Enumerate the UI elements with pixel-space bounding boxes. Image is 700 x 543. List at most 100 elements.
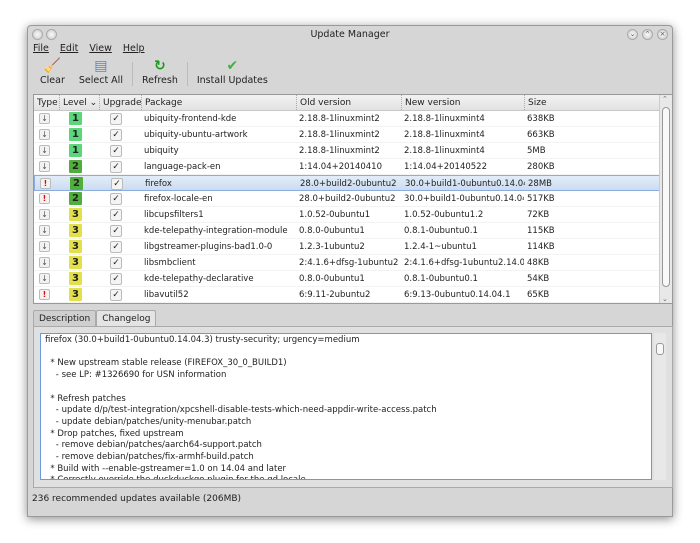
upgrade-checkbox[interactable]: ✓ (110, 113, 122, 125)
package-cell: libavutil52 (144, 290, 189, 300)
scrollbar-thumb[interactable] (656, 343, 664, 355)
close-icon[interactable]: × (657, 29, 668, 40)
table-row[interactable]: ↓ 1 ✓ ubiquity-ubuntu-artwork 2.18.8-1li… (34, 127, 672, 143)
toolbar: 🧹 Clear ▤ Select All ↻ Refresh ✔ Install Upd… (33, 58, 275, 90)
type-cell: ↓ (34, 255, 59, 270)
clear-button[interactable]: 🧹 Clear (33, 58, 72, 90)
menu-edit[interactable]: Edit (60, 43, 78, 57)
document-icon: ▤ (94, 58, 108, 74)
new-version-cell: 2.18.8-1linuxmint4 (404, 146, 485, 156)
table-row[interactable]: ! 2 ✓ firefox-locale-en 28.0+build2-0ubu… (34, 191, 672, 207)
old-version-cell: 2.18.8-1linuxmint2 (299, 130, 380, 140)
tab-description[interactable]: Description (33, 310, 97, 327)
normal-update-icon: ↓ (39, 145, 50, 156)
details-tabs: Description Changelog (33, 310, 157, 327)
scrollbar-thumb[interactable] (662, 107, 670, 287)
table-row[interactable]: ↓ 2 ✓ language-pack-en 1:14.04+20140410 … (34, 159, 672, 175)
old-version-cell: 0.8.0-0ubuntu1 (299, 226, 365, 236)
old-version-cell: 2:4.1.6+dfsg-1ubuntu2 (299, 258, 399, 268)
scroll-down-icon[interactable]: ⌄ (662, 295, 668, 303)
old-version-cell: 6:9.11-2ubuntu2 (299, 290, 371, 300)
level-badge: 3 (69, 224, 82, 237)
scroll-up-icon[interactable]: ⌃ (662, 95, 668, 103)
col-size[interactable]: Size (524, 95, 656, 110)
security-update-icon: ! (40, 178, 51, 189)
upgrade-checkbox[interactable]: ✓ (110, 129, 122, 141)
minimize-icon[interactable]: ⌄ (627, 29, 638, 40)
level-badge: 3 (69, 256, 82, 269)
col-type[interactable]: Type (34, 95, 59, 110)
level-cell: 2 (59, 191, 99, 206)
update-manager-window: Update Manager ⌄ ⌃ × File Edit View Help… (27, 25, 673, 517)
upgrade-checkbox[interactable]: ✓ (110, 193, 122, 205)
upgrade-checkbox[interactable]: ✓ (110, 225, 122, 237)
type-cell: ! (35, 176, 60, 190)
package-cell: ubiquity-frontend-kde (144, 114, 237, 124)
new-version-cell: 2:4.1.6+dfsg-1ubuntu2.14.04.1 (404, 258, 524, 268)
level-cell: 1 (59, 143, 99, 158)
select-all-button[interactable]: ▤ Select All (72, 58, 130, 90)
tab-changelog[interactable]: Changelog (96, 310, 157, 327)
type-cell: ↓ (34, 271, 59, 286)
level-cell: 3 (59, 271, 99, 286)
menu-help[interactable]: Help (123, 43, 145, 57)
col-level[interactable]: Level ⌄ (59, 95, 99, 110)
new-version-cell: 1:14.04+20140522 (404, 162, 487, 172)
upgrade-checkbox[interactable]: ✓ (111, 178, 123, 190)
maximize-icon[interactable]: ⌃ (642, 29, 653, 40)
upgrade-checkbox[interactable]: ✓ (110, 161, 122, 173)
upgrade-cell: ✓ (99, 111, 141, 126)
menubar: File Edit View Help (33, 43, 145, 57)
changelog-scrollbar[interactable] (654, 333, 666, 480)
refresh-button[interactable]: ↻ Refresh (135, 58, 185, 90)
col-old-version[interactable]: Old version (296, 95, 401, 110)
normal-update-icon: ↓ (39, 257, 50, 268)
col-new-version[interactable]: New version (401, 95, 524, 110)
install-updates-button[interactable]: ✔ Install Updates (190, 58, 275, 90)
col-upgrade[interactable]: Upgrade (99, 95, 141, 110)
checkmark-icon: ✔ (226, 58, 239, 74)
type-cell: ↓ (34, 143, 59, 158)
new-version-cell: 1.2.4-1~ubuntu1 (404, 242, 477, 252)
size-cell: 28MB (528, 179, 552, 189)
table-scrollbar[interactable]: ⌃ ⌄ (659, 95, 672, 303)
table-row[interactable]: ↓ 1 ✓ ubiquity-frontend-kde 2.18.8-1linu… (34, 111, 672, 127)
upgrade-checkbox[interactable]: ✓ (110, 289, 122, 301)
col-package[interactable]: Package (141, 95, 296, 110)
type-cell: ↓ (34, 111, 59, 126)
normal-update-icon: ↓ (39, 225, 50, 236)
table-header: Type Level ⌄ Upgrade Package Old version… (34, 95, 672, 111)
security-update-icon: ! (39, 193, 50, 204)
package-cell: ubiquity (144, 146, 179, 156)
menu-view[interactable]: View (89, 43, 112, 57)
upgrade-checkbox[interactable]: ✓ (110, 145, 122, 157)
security-update-icon: ! (39, 289, 50, 300)
upgrade-checkbox[interactable]: ✓ (110, 241, 122, 253)
table-row[interactable]: ↓ 3 ✓ libcupsfilters1 1.0.52-0ubuntu1 1.… (34, 207, 672, 223)
upgrade-checkbox[interactable]: ✓ (110, 209, 122, 221)
status-text: 236 recommended updates available (206MB… (32, 494, 242, 504)
table-row[interactable]: ↓ 3 ✓ kde-telepathy-integration-module 0… (34, 223, 672, 239)
table-row[interactable]: ! 2 ✓ firefox 28.0+build2-0ubuntu2 30.0+… (34, 175, 672, 191)
upgrade-checkbox[interactable]: ✓ (110, 257, 122, 269)
menu-file[interactable]: File (33, 43, 49, 57)
size-cell: 48KB (527, 258, 550, 268)
level-badge: 3 (69, 288, 82, 301)
table-row[interactable]: ↓ 3 ✓ kde-telepathy-declarative 0.8.0-0u… (34, 271, 672, 287)
new-version-cell: 30.0+build1-0ubuntu0.14.04.3 (404, 194, 524, 204)
normal-update-icon: ↓ (39, 273, 50, 284)
normal-update-icon: ↓ (39, 161, 50, 172)
size-cell: 114KB (527, 242, 555, 252)
level-badge: 3 (69, 272, 82, 285)
changelog-text[interactable]: firefox (30.0+build1-0ubuntu0.14.04.3) t… (40, 333, 652, 480)
table-row[interactable]: ↓ 1 ✓ ubiquity 2.18.8-1linuxmint2 2.18.8… (34, 143, 672, 159)
table-row[interactable]: ↓ 3 ✓ libsmbclient 2:4.1.6+dfsg-1ubuntu2… (34, 255, 672, 271)
upgrade-cell: ✓ (99, 207, 141, 222)
new-version-cell: 0.8.1-0ubuntu0.1 (404, 274, 478, 284)
table-row[interactable]: ↓ 3 ✓ libgstreamer-plugins-bad1.0-0 1.2.… (34, 239, 672, 255)
package-cell: firefox-locale-en (144, 194, 213, 204)
table-row[interactable]: ! 3 ✓ libavutil52 6:9.11-2ubuntu2 6:9.13… (34, 287, 672, 303)
upgrade-cell: ✓ (99, 159, 141, 174)
new-version-cell: 30.0+build1-0ubuntu0.14.04.3 (405, 179, 525, 189)
upgrade-checkbox[interactable]: ✓ (110, 273, 122, 285)
